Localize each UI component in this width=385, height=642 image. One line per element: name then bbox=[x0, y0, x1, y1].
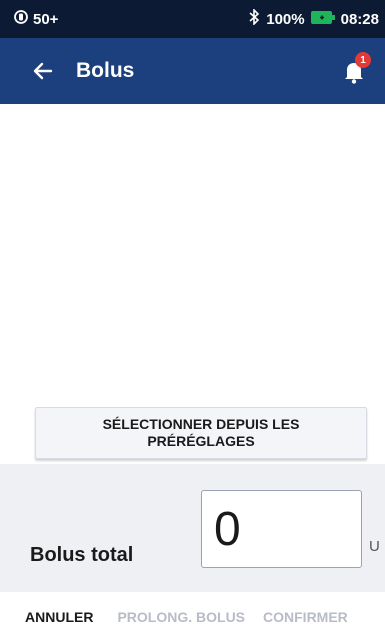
status-right: 100% 08:28 bbox=[248, 8, 379, 29]
confirm-button[interactable]: CONFIRMER bbox=[263, 609, 348, 625]
select-presets-button[interactable]: SÉLECTIONNER DEPUIS LES PRÉRÉGLAGES bbox=[35, 407, 367, 459]
arrow-left-icon[interactable] bbox=[28, 56, 58, 86]
bolus-total-panel: Bolus total 0 U bbox=[0, 464, 385, 592]
notification-count: 50+ bbox=[33, 10, 59, 28]
battery-icon bbox=[310, 10, 335, 28]
action-bar: ANNULER PROLONG. BOLUS CONFIRMER bbox=[0, 592, 385, 642]
status-left: 50+ bbox=[14, 10, 58, 28]
bluetooth-icon bbox=[248, 8, 260, 29]
clock-time: 08:28 bbox=[340, 10, 379, 28]
battery-percent: 100% bbox=[266, 10, 305, 28]
bolus-total-label: Bolus total bbox=[30, 544, 134, 566]
status-bar: 50+ 100% 08:28 bbox=[0, 0, 385, 38]
notification-badge: 1 bbox=[355, 52, 371, 68]
notification-circle-icon bbox=[14, 10, 28, 28]
cancel-button[interactable]: ANNULER bbox=[25, 609, 93, 625]
bell-icon bbox=[339, 63, 369, 90]
bolus-amount-input[interactable]: 0 bbox=[201, 490, 362, 568]
extend-bolus-button[interactable]: PROLONG. BOLUS bbox=[117, 609, 245, 625]
notifications-button[interactable]: 1 bbox=[339, 52, 371, 86]
page-title: Bolus bbox=[76, 59, 135, 82]
app-bar: Bolus 1 bbox=[0, 38, 385, 104]
unit-label: U bbox=[369, 538, 380, 555]
